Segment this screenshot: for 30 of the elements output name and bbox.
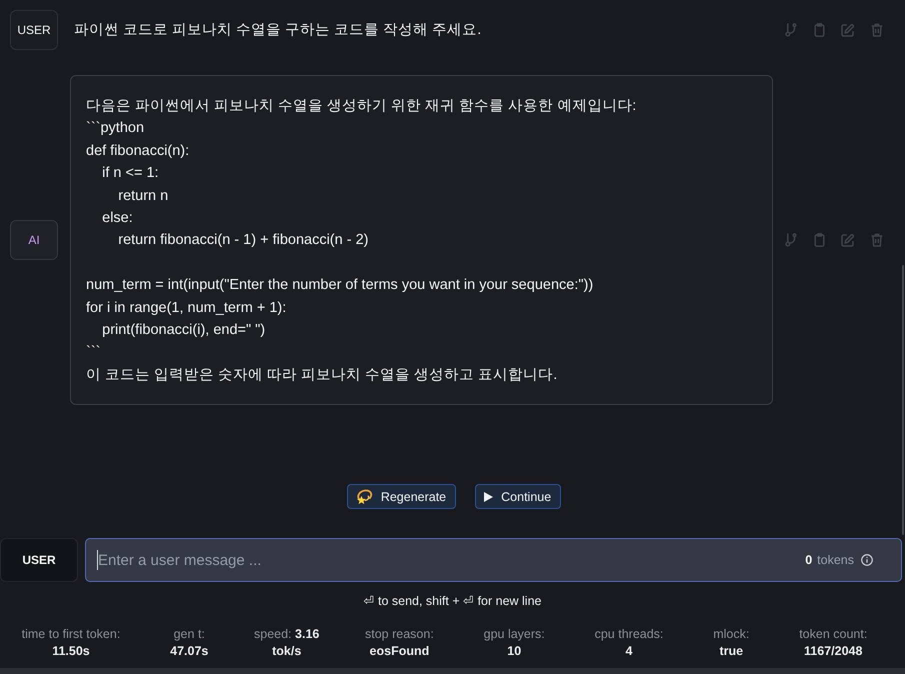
pencil-square-icon[interactable]	[841, 234, 854, 247]
info-icon[interactable]	[861, 554, 873, 566]
trash-icon[interactable]	[870, 23, 883, 37]
star-swirl-icon	[356, 488, 373, 504]
stat-readout: gpu layers: 10	[482, 626, 546, 660]
stat-readout: cpu threads: 4	[594, 626, 664, 660]
generation-button[interactable]: Regenerate	[346, 484, 456, 509]
message-text: 다음은 파이썬에서 피보나치 수열을 생성하기 위한 재귀 함수를 사용한 예제입니다: ```python def fibonacci(n): if n <= 1: return n else: return fibonacci(n - 1) + fibonacci(n - 2) num_term = int(input("Enter the number of terms you want in your sequence:")) for i in range(1, num_term + 1): print(fibonacci(i), end=" ") ``` 이 코드는 입력받은 숫자에 따라 피보나치 수열을 생성하고 표시합니다.	[86, 97, 638, 385]
text-cursor	[97, 550, 98, 570]
stat-readout: mlock: true	[712, 626, 750, 660]
keyboard-hint: ⏎ to send, shift + ⏎ for new line	[364, 593, 542, 609]
branch-icon[interactable]	[785, 23, 797, 37]
stat-readout: stop reason: eosFound	[364, 626, 435, 660]
pencil-square-icon[interactable]	[841, 24, 854, 36]
role-label: AI	[10, 220, 58, 260]
generation-button[interactable]: Continue	[475, 484, 562, 509]
message-text: 파이썬 코드로 피보나치 수열을 구하는 코드를 작성해 주세요.	[74, 21, 482, 40]
clipboard-icon[interactable]	[814, 233, 825, 248]
role-label: USER	[10, 10, 58, 50]
role-label: USER	[0, 538, 78, 582]
clipboard-icon[interactable]	[814, 23, 825, 37]
stat-readout: time to first token: 11.50s	[20, 626, 122, 660]
play-icon	[484, 492, 494, 502]
branch-icon[interactable]	[785, 233, 797, 248]
stat-readout: speed: 3.16 tok/s	[254, 626, 320, 660]
token-count: 0 tokens	[805, 552, 854, 569]
stat-readout: token count: 1167/2048	[798, 626, 868, 660]
trash-icon[interactable]	[870, 233, 883, 248]
stat-readout: gen t: 47.07s	[169, 626, 210, 660]
scrollbar-thumb[interactable]	[902, 265, 904, 535]
